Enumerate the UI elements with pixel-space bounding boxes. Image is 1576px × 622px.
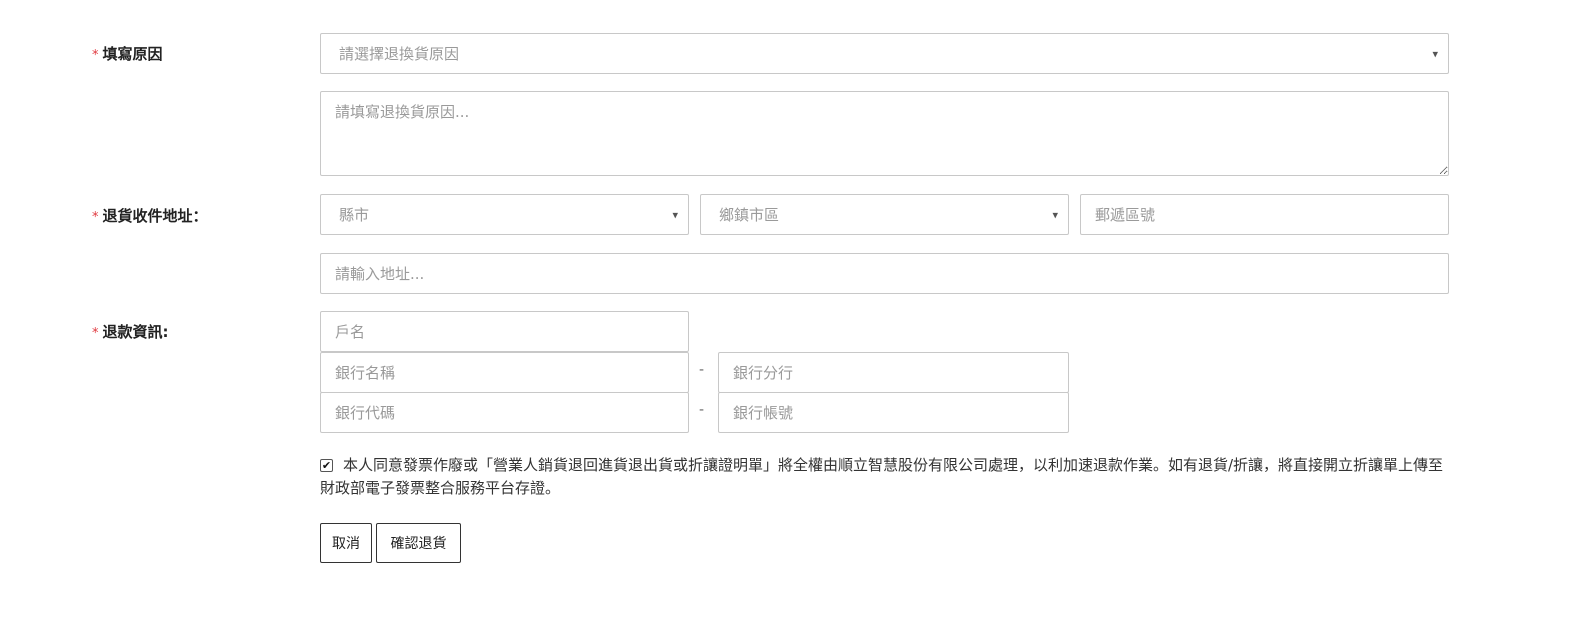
required-mark: * — [92, 210, 99, 225]
separator: - — [699, 402, 705, 418]
zip-code-input[interactable]: 郵遞區號 — [1080, 194, 1449, 235]
separator: - — [699, 362, 705, 378]
refund-label: * 退款資訊: — [92, 321, 169, 342]
address-label: * 退貨收件地址： — [92, 205, 208, 226]
account-name-input[interactable]: 戶名 — [320, 311, 689, 352]
district-select-placeholder: 鄉鎮市區 — [719, 206, 780, 224]
cancel-button[interactable]: 取消 — [320, 523, 372, 563]
chevron-down-icon: ▾ — [1052, 208, 1058, 221]
refund-label-text: 退款資訊: — [102, 323, 169, 341]
reason-label: * 填寫原因 — [92, 43, 163, 64]
chevron-down-icon: ▾ — [672, 208, 678, 221]
reason-textarea[interactable] — [320, 91, 1449, 176]
city-select-placeholder: 縣市 — [339, 206, 370, 224]
agreement-block: ✔ 本人同意發票作廢或「營業人銷貨退回進貨退出貨或折讓證明單」將全權由順立智慧股份… — [320, 454, 1446, 500]
required-mark: * — [92, 48, 99, 63]
reason-select-placeholder: 請選擇退換貨原因 — [339, 45, 460, 63]
agreement-text: 本人同意發票作廢或「營業人銷貨退回進貨退出貨或折讓證明單」將全權由順立智慧股份有… — [320, 456, 1444, 497]
required-mark: * — [92, 326, 99, 341]
agreement-checkbox[interactable]: ✔ — [320, 459, 333, 472]
confirm-return-button[interactable]: 確認退貨 — [376, 523, 461, 563]
district-select[interactable]: 鄉鎮市區 ▾ — [700, 194, 1069, 235]
zip-code-placeholder: 郵遞區號 — [1095, 206, 1156, 224]
bank-name-placeholder: 銀行名稱 — [335, 364, 396, 382]
city-select[interactable]: 縣市 ▾ — [320, 194, 689, 235]
reason-label-text: 填寫原因 — [102, 45, 163, 63]
account-name-placeholder: 戶名 — [335, 323, 366, 341]
bank-account-input[interactable]: 銀行帳號 — [718, 392, 1069, 433]
chevron-down-icon: ▾ — [1432, 47, 1438, 60]
bank-code-input[interactable]: 銀行代碼 — [320, 392, 689, 433]
street-address-placeholder: 請輸入地址... — [335, 265, 425, 283]
bank-branch-input[interactable]: 銀行分行 — [718, 352, 1069, 393]
street-address-input[interactable]: 請輸入地址... — [320, 253, 1449, 294]
bank-account-placeholder: 銀行帳號 — [733, 404, 794, 422]
address-label-text: 退貨收件地址： — [102, 207, 208, 225]
bank-name-input[interactable]: 銀行名稱 — [320, 352, 689, 393]
bank-branch-placeholder: 銀行分行 — [733, 364, 794, 382]
reason-select[interactable]: 請選擇退換貨原因 ▾ — [320, 33, 1449, 74]
check-icon: ✔ — [321, 459, 332, 472]
bank-code-placeholder: 銀行代碼 — [335, 404, 396, 422]
